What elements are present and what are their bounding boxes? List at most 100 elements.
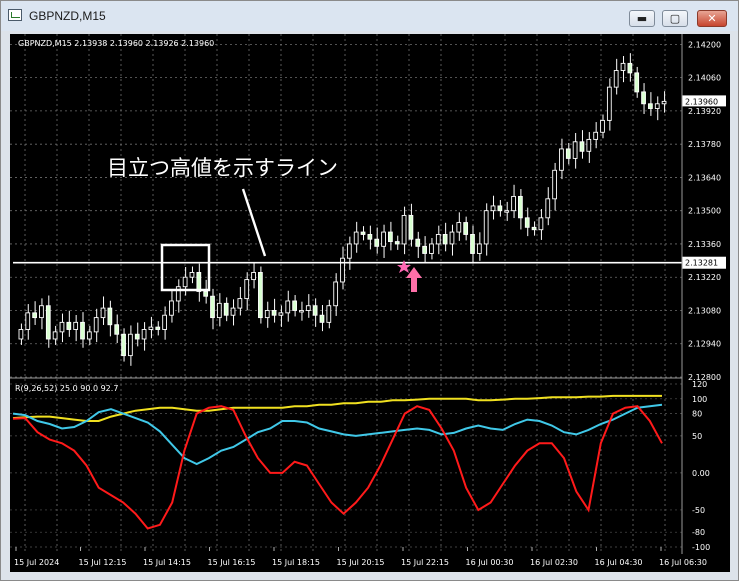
candle-bull <box>25 312 31 330</box>
candle-bear <box>634 72 640 93</box>
candle-bull <box>169 300 174 316</box>
candle-bull <box>299 310 304 313</box>
candle-bull <box>86 331 92 340</box>
candle-bear <box>223 302 229 316</box>
candle-bear <box>579 141 585 152</box>
candle-bull <box>429 243 434 254</box>
candle-bear <box>524 217 530 228</box>
candle-bull <box>162 314 167 330</box>
minimize-button[interactable]: ▬ <box>629 10 655 27</box>
candle-bull <box>483 210 489 245</box>
price-tick-label: 2.12940 <box>688 340 721 349</box>
candle-bear <box>319 314 325 323</box>
candle-bear <box>66 321 72 330</box>
candle-bull <box>586 138 592 152</box>
time-tick-label: 16 Jul 02:30 <box>530 558 578 567</box>
annotation-arrow <box>241 188 267 257</box>
candle-bull <box>353 231 359 245</box>
chart-area[interactable]: 2.13281 2.13960 目立つ高値を示すライン GBPNZD,M15 2… <box>10 34 730 572</box>
candle-bull <box>216 302 222 319</box>
price-tick-label: 2.13920 <box>688 107 721 116</box>
oscillator-series <box>10 383 682 548</box>
indicator-scale: 120 100 80 50 0.00 -50 -80 -100 <box>692 380 710 552</box>
candle-bull <box>278 312 284 316</box>
chart-window: GBPNZD,M15 ▬ ▢ ✕ 2.13281 2.13960 目立つ高値を示… <box>0 0 739 581</box>
close-button[interactable]: ✕ <box>697 10 727 27</box>
candle-bear <box>121 333 126 357</box>
candle-bull <box>559 148 564 171</box>
candle-bear <box>196 272 202 292</box>
candle-bull <box>333 281 339 307</box>
annotation-text: 目立つ高値を示すライン <box>107 156 338 180</box>
candle-bull <box>538 217 544 231</box>
candle-bear <box>374 238 380 247</box>
grid <box>10 34 682 554</box>
candle-bull <box>613 70 619 88</box>
candle-bull <box>285 300 291 314</box>
candle-bear <box>470 233 475 254</box>
title-bar[interactable]: GBPNZD,M15 ▬ ▢ ✕ <box>1 1 738 31</box>
close-icon: ✕ <box>707 12 717 25</box>
candle-bull <box>654 103 660 109</box>
candle-bull <box>381 231 386 247</box>
candle-bear <box>497 205 503 212</box>
candle-bear <box>627 62 633 74</box>
candle-bear <box>565 148 571 159</box>
candle-bear <box>312 305 318 316</box>
candle-bull <box>18 329 24 340</box>
candle-bear <box>394 241 400 245</box>
time-tick-label: 15 Jul 18:15 <box>272 558 320 567</box>
candle-bear <box>155 326 161 330</box>
indicator-tick-label: 80 <box>692 410 702 419</box>
indicator-tick-label: -80 <box>692 528 705 537</box>
hline-price-label: 2.13281 <box>685 259 718 268</box>
minimize-icon: ▬ <box>636 12 648 25</box>
candle-bear <box>442 233 448 245</box>
price-scale: 2.14200 2.14060 2.13920 2.13780 2.13640 2.135… <box>688 40 721 382</box>
candle-bull <box>264 310 270 319</box>
time-tick-label: 15 Jul 2024 <box>14 558 59 567</box>
candle-bull <box>141 329 147 340</box>
up-arrow-icon <box>406 267 422 292</box>
candle-bull <box>401 214 407 245</box>
candle-bull <box>182 276 188 288</box>
candle-bull <box>59 321 65 333</box>
candle-bear <box>641 91 646 105</box>
symbol-info: GBPNZD,M15 2.13938 2.13960 2.13926 2.139… <box>18 39 214 48</box>
candle-bull <box>476 243 482 254</box>
candle-bull <box>100 307 106 319</box>
time-tick-label: 16 Jul 06:30 <box>659 558 707 567</box>
candle-bull <box>189 272 195 278</box>
candle-bear <box>107 307 113 326</box>
candle-bull <box>606 86 612 121</box>
maximize-button[interactable]: ▢ <box>662 10 688 27</box>
candle-bear <box>114 324 120 335</box>
chart-app-icon <box>8 9 22 21</box>
time-tick-label: 15 Jul 12:15 <box>79 558 127 567</box>
candle-bear <box>415 238 421 247</box>
chart-canvas[interactable]: 2.13281 2.13960 目立つ高値を示すライン GBPNZD,M15 2… <box>10 34 730 572</box>
candle-bull <box>620 62 626 71</box>
candle-bear <box>367 233 373 240</box>
candle-bull <box>490 205 496 212</box>
candle-bull <box>93 317 99 333</box>
time-tick-label: 15 Jul 20:15 <box>337 558 385 567</box>
candle-bear <box>80 321 85 340</box>
candle-bear <box>271 310 277 316</box>
price-tick-label: 2.13500 <box>688 207 721 216</box>
candle-bull <box>128 333 133 357</box>
candle-bear <box>360 231 366 235</box>
window-title: GBPNZD,M15 <box>29 9 106 23</box>
price-tick-label: 2.14060 <box>688 74 721 83</box>
maximize-icon: ▢ <box>669 12 681 25</box>
candle-bear <box>388 231 393 243</box>
price-tick-label: 2.13780 <box>688 140 721 149</box>
candle-bull <box>511 195 516 212</box>
price-tick-label: 2.13220 <box>688 273 721 282</box>
candle-bull <box>572 141 578 159</box>
time-axis: 15 Jul 2024 15 Jul 12:15 15 Jul 14:15 15 Ju… <box>14 547 707 567</box>
current-price-label: 2.13960 <box>685 97 718 106</box>
candle-bear <box>518 195 523 219</box>
candle-bull <box>545 198 551 219</box>
candle-bear <box>648 103 653 109</box>
